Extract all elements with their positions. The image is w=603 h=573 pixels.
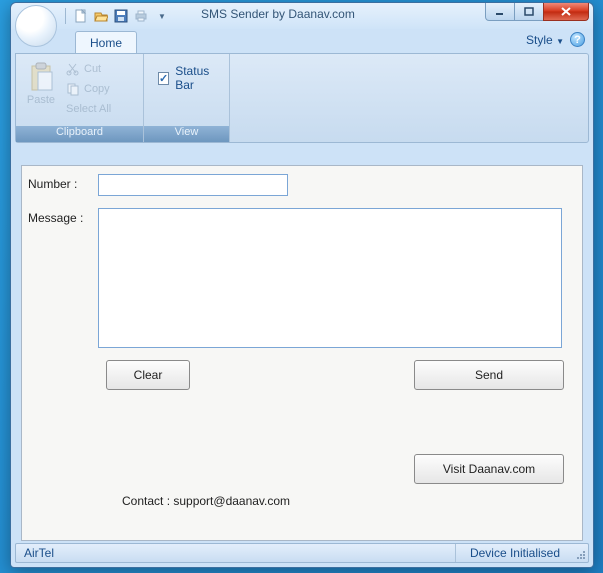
clear-button[interactable]: Clear [106, 360, 190, 390]
message-label: Message : [28, 208, 98, 225]
maximize-button[interactable] [514, 3, 544, 21]
save-icon[interactable] [114, 9, 128, 23]
statusbar-checkbox-label: Status Bar [175, 64, 215, 92]
app-orb-button[interactable] [15, 5, 57, 47]
paste-icon [28, 62, 54, 92]
ribbon-group-label-clipboard: Clipboard [16, 126, 143, 142]
qat-separator [65, 8, 66, 24]
minimize-button[interactable] [485, 3, 515, 21]
quick-access-toolbar: ▼ [63, 7, 170, 25]
contact-text: Contact : support@daanav.com [22, 494, 582, 508]
selectall-button[interactable]: Select All [62, 100, 115, 118]
style-menu[interactable]: Style ▼ [526, 33, 564, 47]
help-icon[interactable]: ? [570, 32, 585, 47]
app-window: ▼ SMS Sender by Daanav.com Home Style ▼ … [10, 2, 594, 568]
window-controls [486, 3, 589, 21]
print-icon[interactable] [134, 9, 148, 23]
statusbar-checkbox[interactable]: ✓ Status Bar [148, 58, 225, 98]
send-button[interactable]: Send [414, 360, 564, 390]
close-button[interactable] [543, 3, 589, 21]
status-left: AirTel [16, 546, 455, 560]
status-right: Device Initialised [455, 544, 574, 562]
message-input[interactable] [98, 208, 562, 348]
copy-button[interactable]: Copy [62, 80, 115, 98]
cut-button[interactable]: Cut [62, 60, 115, 78]
new-icon[interactable] [74, 9, 88, 23]
content-panel: Number : Message : Clear Send Visit Daan… [21, 165, 583, 541]
ribbon: Paste Cut Copy Select All Clipbo [15, 53, 589, 143]
copy-icon [66, 82, 80, 96]
paste-label: Paste [27, 94, 55, 106]
chevron-down-icon: ▼ [556, 37, 564, 46]
tab-home[interactable]: Home [75, 31, 137, 53]
cut-icon [66, 62, 80, 76]
checkbox-icon: ✓ [158, 72, 169, 85]
ribbon-group-label-view: View [144, 126, 229, 142]
ribbon-group-clipboard: Paste Cut Copy Select All Clipbo [16, 54, 144, 142]
titlebar: ▼ SMS Sender by Daanav.com [11, 3, 593, 29]
resize-grip-icon[interactable] [574, 544, 588, 562]
window-title: SMS Sender by Daanav.com [201, 7, 355, 21]
number-label: Number : [28, 174, 98, 191]
visit-button[interactable]: Visit Daanav.com [414, 454, 564, 484]
qat-dropdown-icon[interactable]: ▼ [154, 12, 170, 21]
open-icon[interactable] [94, 9, 108, 23]
ribbon-group-view: ✓ Status Bar View [144, 54, 230, 142]
statusbar: AirTel Device Initialised [15, 543, 589, 563]
paste-button[interactable]: Paste [20, 58, 62, 106]
ribbon-tabstrip: Home Style ▼ ? [11, 29, 593, 53]
number-input[interactable] [98, 174, 288, 196]
